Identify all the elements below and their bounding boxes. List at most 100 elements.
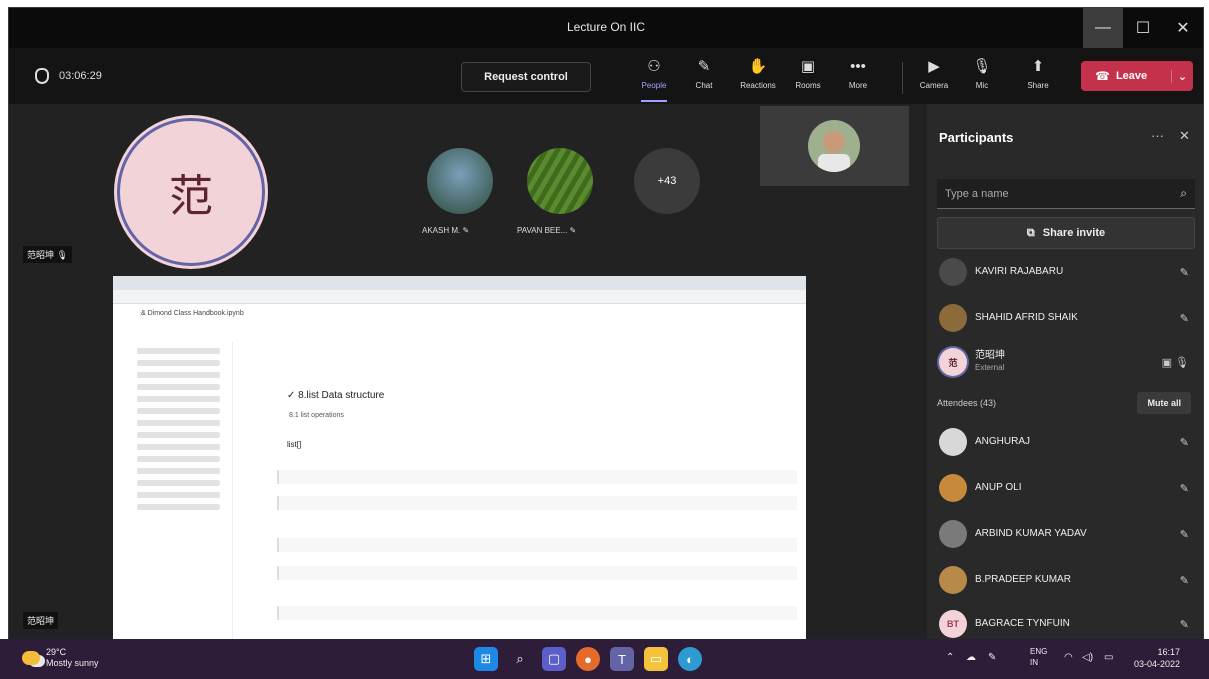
more-options-icon[interactable]: ··· xyxy=(1151,128,1164,143)
mic-off-icon: ✎ xyxy=(1179,436,1189,449)
toc-line xyxy=(137,348,220,354)
language-indicator[interactable]: ENG IN xyxy=(1030,646,1047,668)
edge-icon[interactable]: ◐ xyxy=(678,647,702,671)
more-button[interactable]: ••• More xyxy=(837,56,879,100)
participant-row[interactable]: ANUP OLI ✎ xyxy=(927,468,1203,508)
notebook-toc xyxy=(113,342,233,640)
self-video-tile xyxy=(760,106,909,186)
screen-share-icon: ▣ 🎙 xyxy=(1161,356,1189,369)
teams-meeting-window: Lecture On IIC — ☐ ✕ 03:06:29 Request co… xyxy=(8,7,1204,640)
participant-row[interactable]: B.PRADEEP KUMAR ✎ xyxy=(927,560,1203,600)
search-icon[interactable]: ⌕ xyxy=(508,647,532,671)
rooms-icon: ▣ xyxy=(800,58,816,75)
title-bar: Lecture On IIC — ☐ ✕ xyxy=(9,8,1203,48)
wifi-icon[interactable]: ◠ xyxy=(1064,652,1073,663)
rooms-button[interactable]: ▣ Rooms xyxy=(787,56,829,100)
participant-row[interactable]: SHAHID AFRID SHAIK ✎ xyxy=(927,298,1203,338)
chat-icon: ✎ xyxy=(697,58,711,75)
leave-label: Leave xyxy=(1115,70,1148,82)
onedrive-icon[interactable]: ☁ xyxy=(966,652,976,663)
participant-label-pavan: PAVAN BEE... ✎ xyxy=(517,226,576,235)
participant-name: ANUP OLI xyxy=(975,482,1022,493)
clock-date: 03-04-2022 xyxy=(1134,659,1181,669)
mute-all-button[interactable]: Mute all xyxy=(1137,392,1191,414)
meeting-stage: 范 范昭坤 🎙 AKASH M. ✎ PAVAN BEE... ✎ +43 & … xyxy=(9,104,927,640)
people-button[interactable]: ⚇ People xyxy=(633,56,675,102)
code-cell xyxy=(277,566,797,580)
participant-row[interactable]: ARBIND KUMAR YADAV ✎ xyxy=(927,514,1203,554)
mic-icon: 🎙 xyxy=(56,250,68,260)
participant-avatar xyxy=(939,258,967,286)
toolbar-divider xyxy=(902,62,903,94)
panel-title: Participants xyxy=(939,130,1014,145)
participant-row[interactable]: 范 范昭坤 External ▣ 🎙 xyxy=(927,342,1203,382)
battery-icon[interactable]: ▭ xyxy=(1104,652,1113,663)
tray-app-icon[interactable]: ✎ xyxy=(988,652,996,663)
share-invite-icon: ⧉ xyxy=(1026,226,1035,239)
participant-name-text: 范昭坤 xyxy=(975,350,1005,361)
participant-avatar: BT xyxy=(939,610,967,638)
participant-search-input[interactable]: Type a name ⌕ xyxy=(937,179,1195,209)
close-button[interactable]: ✕ xyxy=(1163,8,1203,48)
more-participants-count[interactable]: +43 xyxy=(634,148,700,214)
participant-label-akash: AKASH M. ✎ xyxy=(422,226,469,235)
shared-screen: & Dimond Class Handbook.ipynb ✓ 8.list D… xyxy=(113,276,806,640)
participant-name: KAVIRI RAJABARU xyxy=(975,266,1064,277)
chevron-down-icon[interactable]: ⌄ xyxy=(1171,69,1193,83)
rooms-label: Rooms xyxy=(795,81,821,90)
weather-temp: 29°C xyxy=(46,647,67,657)
minimize-button[interactable]: — xyxy=(1083,8,1123,48)
participant-row[interactable]: ANGHURAJ ✎ xyxy=(927,422,1203,462)
reactions-label: Reactions xyxy=(740,81,776,90)
self-video-feed xyxy=(808,120,860,172)
participant-avatar xyxy=(939,520,967,548)
toc-line xyxy=(137,468,220,474)
toc-line xyxy=(137,504,220,510)
firefox-icon[interactable]: ● xyxy=(576,647,600,671)
toc-line xyxy=(137,456,220,462)
volume-icon[interactable]: ◁) xyxy=(1082,652,1093,663)
more-icon: ••• xyxy=(850,58,866,75)
participant-name: AKASH M. xyxy=(422,226,461,235)
more-label: More xyxy=(848,81,868,90)
share-invite-button[interactable]: ⧉ Share invite xyxy=(937,217,1195,249)
camera-button[interactable]: ▶ Camera xyxy=(913,56,955,100)
meeting-toolbar: 03:06:29 Request control ⚇ People ✎ Chat… xyxy=(9,48,1203,104)
tray-overflow-icon[interactable]: ⌃ xyxy=(946,652,954,663)
mic-button[interactable]: 🎙 Mic xyxy=(961,56,1003,100)
mic-off-icon: ✎ xyxy=(1179,482,1189,495)
weather-widget[interactable]: 29°C Mostly sunny xyxy=(22,647,99,669)
presenter-name: 范昭坤 xyxy=(27,250,55,260)
participant-avatar xyxy=(939,428,967,456)
participant-name: ARBIND KUMAR YADAV xyxy=(975,528,1087,539)
chat-button[interactable]: ✎ Chat xyxy=(683,56,725,100)
attendees-section-header[interactable]: Attendees (43) Mute all xyxy=(927,388,1203,418)
teams-icon[interactable]: T xyxy=(610,647,634,671)
notebook-subtext: 8.1 list operations xyxy=(289,412,344,419)
participant-subtitle: External xyxy=(975,363,1005,372)
search-placeholder: Type a name xyxy=(945,187,1009,200)
chat-label: Chat xyxy=(695,81,713,90)
teams-chat-icon[interactable]: ▢ xyxy=(542,647,566,671)
toc-line xyxy=(137,420,220,426)
participant-avatar xyxy=(939,304,967,332)
mic-off-icon: ✎ xyxy=(1179,618,1189,631)
browser-address-bar xyxy=(113,290,806,304)
leave-button[interactable]: ☎ Leave ⌄ xyxy=(1081,61,1193,91)
participant-row[interactable]: BT BAGRACE TYNFUIN ✎ xyxy=(927,604,1203,644)
share-invite-label: Share invite xyxy=(1042,227,1106,239)
close-icon[interactable]: ✕ xyxy=(1179,128,1190,144)
file-explorer-icon[interactable]: ▭ xyxy=(644,647,668,671)
maximize-button[interactable]: ☐ xyxy=(1123,8,1163,48)
participant-name: SHAHID AFRID SHAIK xyxy=(975,312,1078,323)
toc-line xyxy=(137,432,220,438)
toc-line xyxy=(137,384,220,390)
camera-label: Camera xyxy=(919,81,949,90)
request-control-button[interactable]: Request control xyxy=(461,62,591,92)
participant-row[interactable]: KAVIRI RAJABARU ✎ xyxy=(927,252,1203,292)
windows-start-icon[interactable]: ⊞ xyxy=(474,647,498,671)
reactions-button[interactable]: ✋ Reactions xyxy=(737,56,779,100)
code-cell xyxy=(277,496,797,510)
system-clock[interactable]: 16:17 03-04-2022 xyxy=(1134,646,1180,670)
share-button[interactable]: ⬆ Share xyxy=(1017,56,1059,100)
